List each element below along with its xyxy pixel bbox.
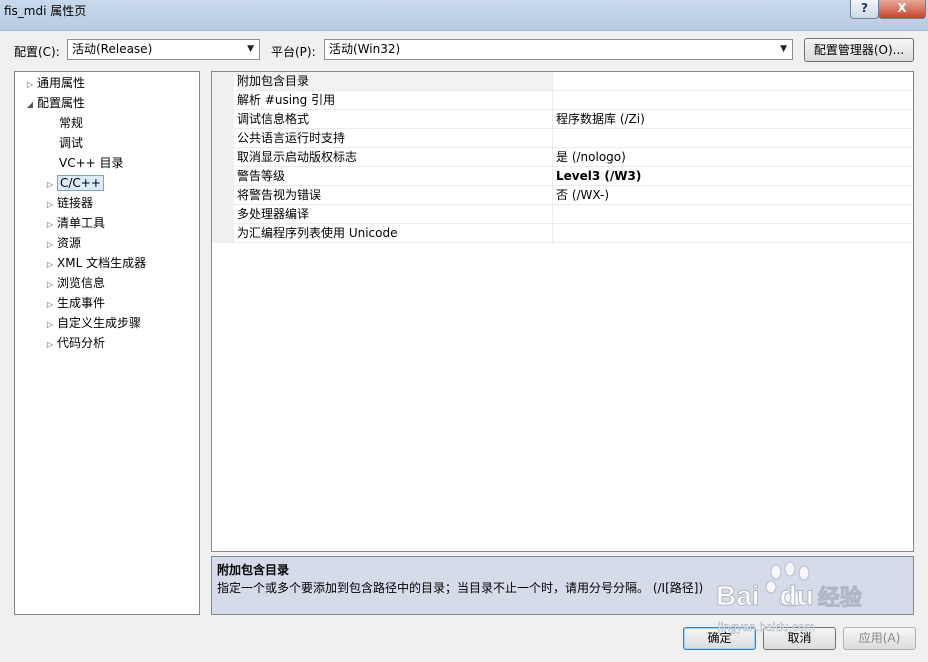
property-tree[interactable]: ▷ 通用属性 ◢ 配置属性 常规 调试 VC++ 目录 ▷ C/C++ ▷ 链接器 ▷ 清… [14,71,200,615]
property-value[interactable] [552,91,913,109]
row-gutter [212,186,234,205]
row-gutter [212,129,234,148]
collapse-arrow-icon[interactable]: ◢ [23,96,37,114]
property-name: 附加包含目录 [237,72,552,90]
platform-value: 活动(Win32) [329,42,401,56]
property-value[interactable] [552,224,913,242]
configuration-row: 配置(C): 活动(Release) ▼ 平台(P): 活动(Win32) ▼ … [0,38,928,64]
property-grid: 附加包含目录 解析 #using 引用 调试信息格式 程序数据库 (/Zi) 公… [211,71,914,552]
property-row-multi-processor-compilation[interactable]: 多处理器编译 [212,205,913,224]
row-gutter [212,224,234,243]
dropdown-arrow-icon: ▼ [247,44,254,54]
expand-arrow-icon[interactable]: ▷ [43,196,57,214]
row-gutter [212,167,234,186]
tree-item-custom-build-step[interactable]: ▷ 自定义生成步骤 [43,314,141,332]
tree-item-manifest-tool[interactable]: ▷ 清单工具 [43,214,105,232]
window-title: fis_mdi 属性页 [4,4,87,18]
row-gutter [212,148,234,167]
property-name: 调试信息格式 [237,112,310,126]
property-name: 多处理器编译 [237,207,310,221]
tree-item-general[interactable]: 常规 [45,114,83,132]
tree-item-linker[interactable]: ▷ 链接器 [43,194,93,212]
tree-item-debugging[interactable]: 调试 [45,134,83,152]
platform-label: 平台(P): [271,45,316,59]
property-name: 取消显示启动版权标志 [237,150,358,164]
configuration-value: 活动(Release) [72,42,153,56]
title-bar: fis_mdi 属性页 ? X [0,0,928,31]
property-value[interactable]: 程序数据库 (/Zi) [552,110,913,128]
tree-item-build-events[interactable]: ▷ 生成事件 [43,294,105,312]
expand-arrow-icon[interactable]: ▷ [43,336,57,354]
property-row-resolve-using-references[interactable]: 解析 #using 引用 [212,91,913,110]
property-value[interactable] [552,129,913,147]
dropdown-arrow-icon: ▼ [780,44,787,54]
expand-arrow-icon[interactable]: ▷ [43,316,57,334]
tree-item-configuration-properties[interactable]: ◢ 配置属性 [23,94,85,112]
tree-item-common-properties[interactable]: ▷ 通用属性 [23,74,85,92]
property-value[interactable]: Level3 (/W3) [552,167,913,185]
row-gutter [212,91,234,110]
expand-arrow-icon[interactable]: ▷ [43,176,57,194]
configuration-manager-button[interactable]: 配置管理器(O)... [804,38,914,62]
property-value[interactable] [552,72,913,90]
tree-item-code-analysis[interactable]: ▷ 代码分析 [43,334,105,352]
expand-arrow-icon[interactable]: ▷ [43,236,57,254]
watermark-url: jingyan.baidu.com [718,620,815,634]
row-gutter [212,205,234,224]
close-button[interactable]: X [878,0,926,19]
row-gutter [212,72,234,91]
property-name: 为汇编程序列表使用 Unicode [237,226,398,240]
platform-dropdown[interactable]: 活动(Win32) ▼ [324,39,793,60]
property-value[interactable] [552,205,913,223]
property-row-additional-include-directories[interactable]: 附加包含目录 [212,72,913,91]
tree-item-resources[interactable]: ▷ 资源 [43,234,81,252]
configuration-dropdown[interactable]: 活动(Release) ▼ [67,39,260,60]
property-name: 公共语言运行时支持 [237,131,346,145]
expand-arrow-icon[interactable]: ▷ [43,276,57,294]
property-name: 解析 #using 引用 [237,93,336,107]
watermark-brand: Bai du 经验 [716,580,863,612]
tree-item-c-cpp[interactable]: ▷ C/C++ [43,174,104,192]
property-name: 警告等级 [237,169,286,183]
property-row-use-unicode-for-assembler-listing[interactable]: 为汇编程序列表使用 Unicode [212,224,913,243]
configuration-label: 配置(C): [14,45,60,59]
property-row-warning-level[interactable]: 警告等级 Level3 (/W3) [212,167,913,186]
tree-item-browse-information[interactable]: ▷ 浏览信息 [43,274,105,292]
expand-arrow-icon[interactable]: ▷ [43,216,57,234]
tree-item-vc-directories[interactable]: VC++ 目录 [45,154,124,172]
property-value[interactable]: 否 (/WX-) [552,186,913,204]
property-value[interactable]: 是 (/nologo) [552,148,913,166]
property-row-suppress-startup-banner[interactable]: 取消显示启动版权标志 是 (/nologo) [212,148,913,167]
expand-arrow-icon[interactable]: ▷ [23,76,37,94]
help-button[interactable]: ? [850,0,879,19]
row-gutter [212,110,234,129]
property-name: 将警告视为错误 [237,188,322,202]
expand-arrow-icon[interactable]: ▷ [43,296,57,314]
property-row-common-language-runtime-support[interactable]: 公共语言运行时支持 [212,129,913,148]
expand-arrow-icon[interactable]: ▷ [43,256,57,274]
property-row-debug-information-format[interactable]: 调试信息格式 程序数据库 (/Zi) [212,110,913,129]
description-text: 指定一个或多个要添加到包含路径中的目录；当目录不止一个时，请用分号分隔。 (/I… [217,581,704,595]
tree-item-xml-document-generator[interactable]: ▷ XML 文档生成器 [43,254,146,272]
description-title: 附加包含目录 [217,563,290,577]
property-row-treat-warnings-as-errors[interactable]: 将警告视为错误 否 (/WX-) [212,186,913,205]
baidu-watermark: Bai du 经验 jingyan.baidu.com [716,560,896,642]
